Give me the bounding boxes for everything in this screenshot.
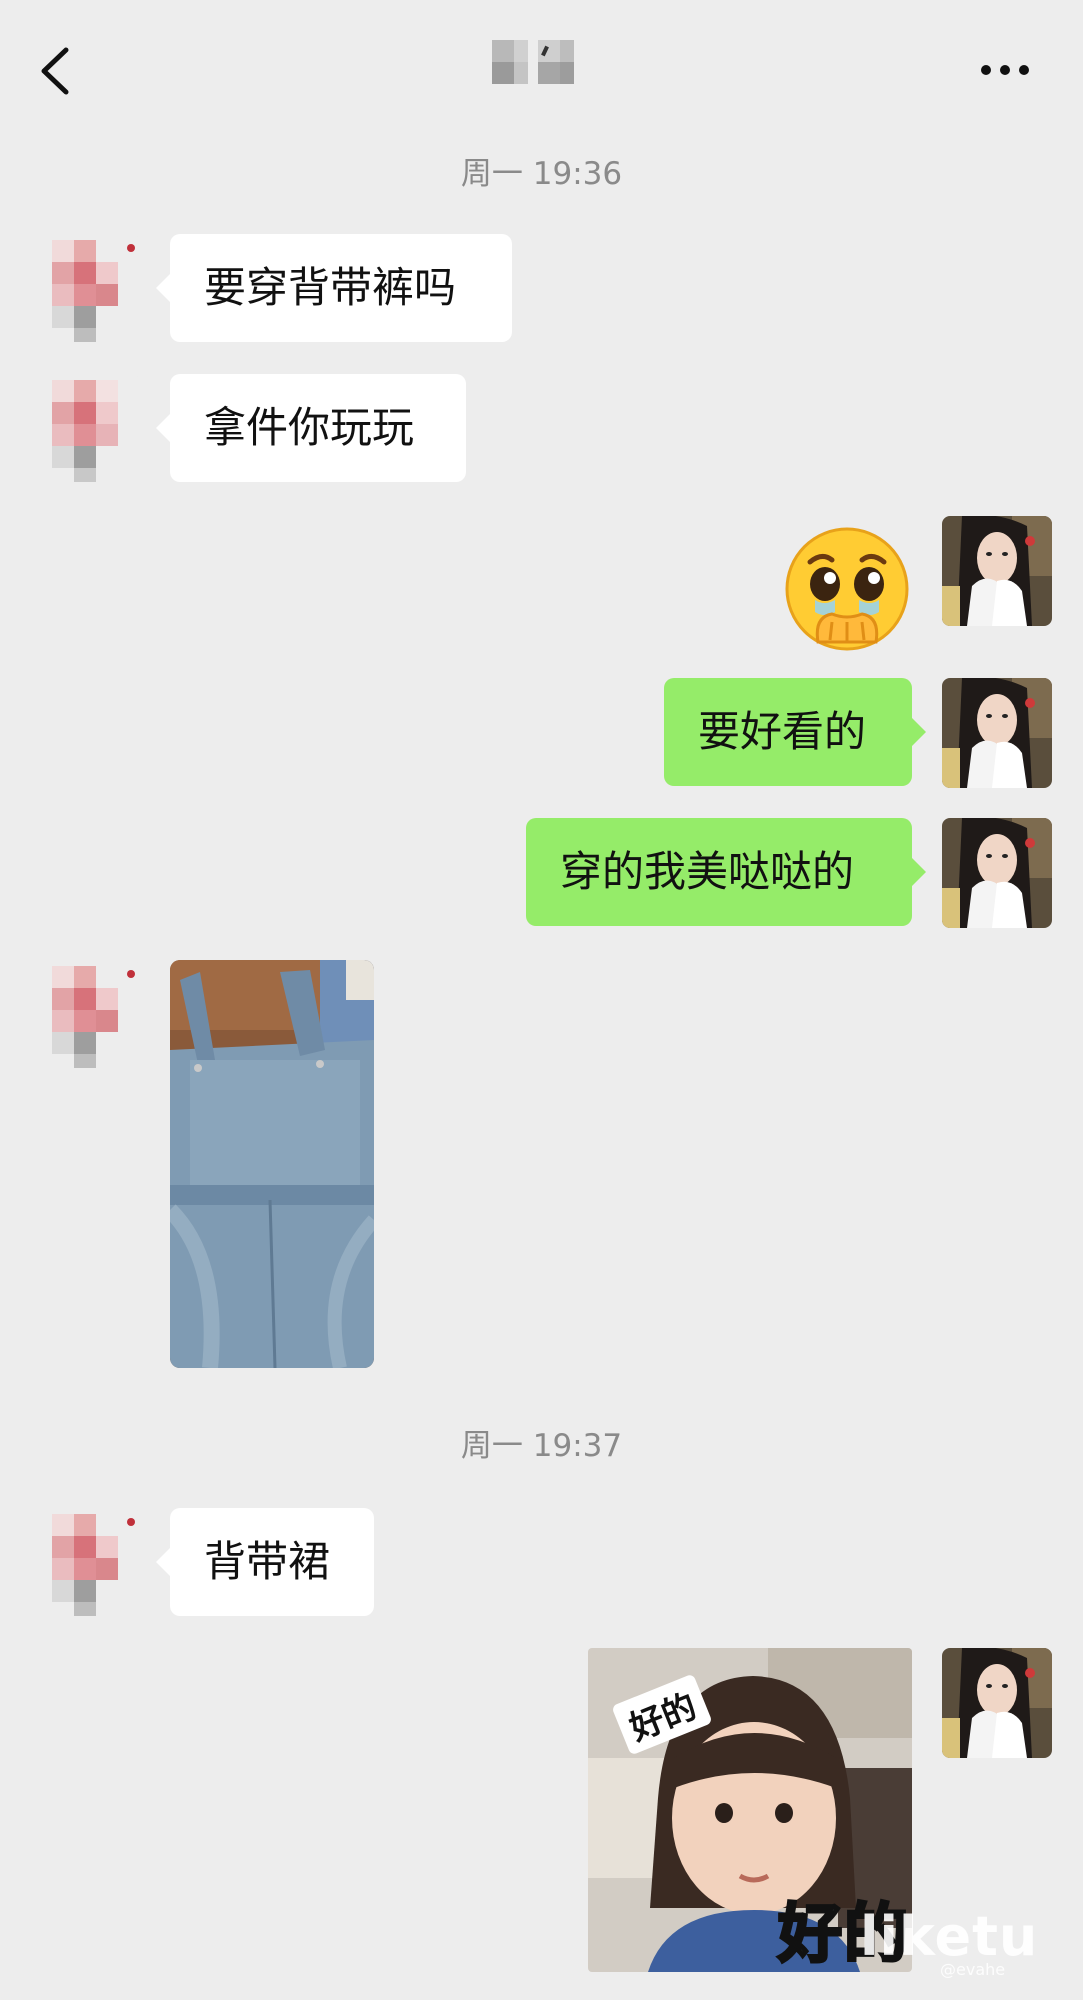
pleading-face-icon	[785, 527, 909, 651]
chevron-left-icon[interactable]	[36, 46, 76, 96]
chat-header	[0, 0, 1083, 132]
timestamp: 周一 19:37	[460, 1428, 623, 1464]
message-bubble-incoming[interactable]: 背带裙	[156, 1508, 374, 1616]
more-options-icon[interactable]	[978, 58, 1032, 82]
denim-overalls-photo[interactable]	[170, 960, 374, 1368]
my-avatar[interactable]	[942, 818, 1052, 928]
watermark-handle: @evahe	[940, 1960, 1006, 1979]
chat-title-redacted	[488, 36, 578, 92]
message-bubble-outgoing[interactable]: 穿的我美哒哒的	[526, 818, 926, 926]
message-bubble-incoming[interactable]: 拿件你玩玩	[156, 374, 466, 482]
contact-avatar[interactable]	[30, 960, 140, 1070]
my-avatar[interactable]	[942, 1648, 1052, 1758]
my-avatar[interactable]	[942, 678, 1052, 788]
watermark-logo: liketu	[860, 1905, 1039, 1968]
contact-avatar[interactable]	[30, 374, 140, 484]
contact-avatar[interactable]	[30, 234, 140, 344]
my-avatar[interactable]	[942, 516, 1052, 626]
message-bubble-outgoing[interactable]: 要好看的	[664, 678, 926, 786]
contact-avatar[interactable]	[30, 1508, 140, 1618]
emoji-message[interactable]	[780, 522, 914, 656]
message-bubble-incoming[interactable]: 要穿背带裤吗	[156, 234, 512, 342]
timestamp: 周一 19:36	[460, 156, 623, 192]
